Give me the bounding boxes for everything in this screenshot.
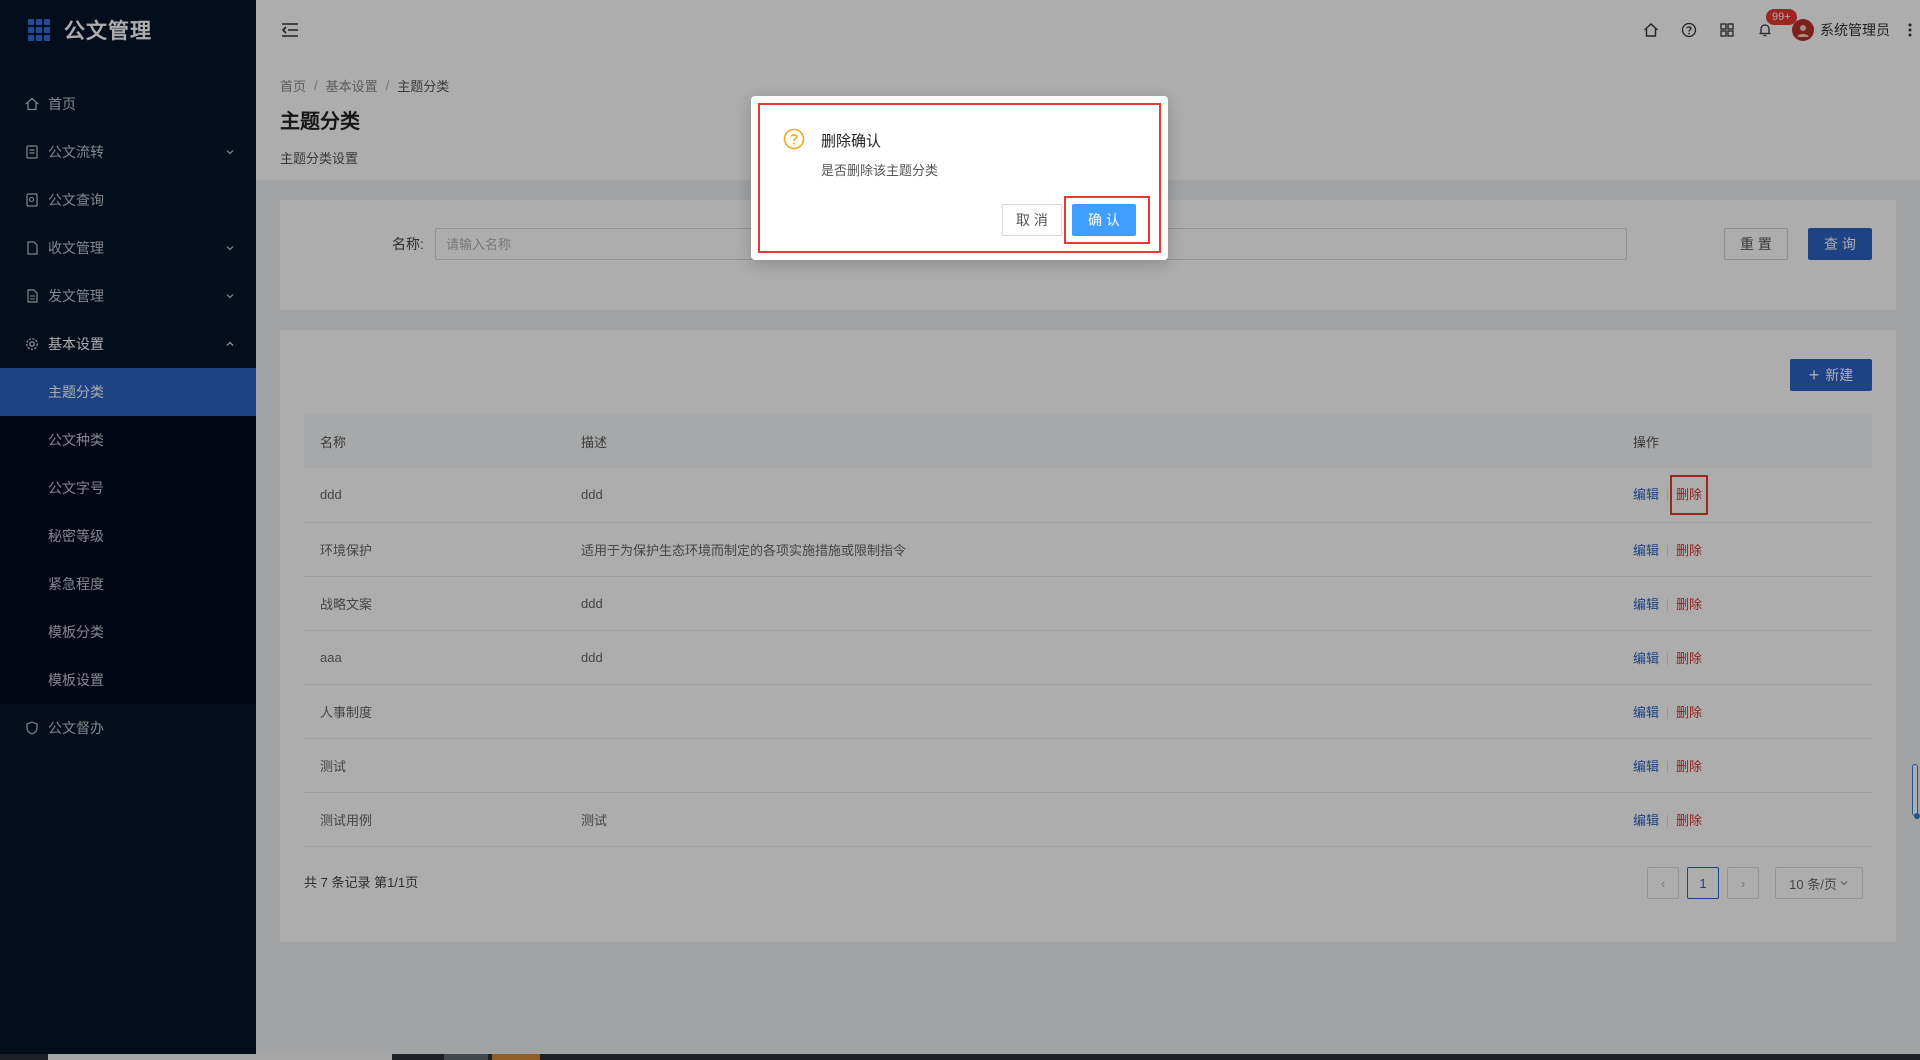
dialog-title: 删除确认 bbox=[821, 133, 882, 150]
delete-confirm-dialog: 删除确认 是否删除该主题分类 取 消 确 认 bbox=[751, 96, 1168, 260]
cancel-button[interactable]: 取 消 bbox=[1002, 204, 1062, 236]
dialog-message: 是否删除该主题分类 bbox=[821, 163, 939, 178]
question-icon bbox=[783, 128, 805, 150]
highlight-box bbox=[1064, 196, 1150, 244]
